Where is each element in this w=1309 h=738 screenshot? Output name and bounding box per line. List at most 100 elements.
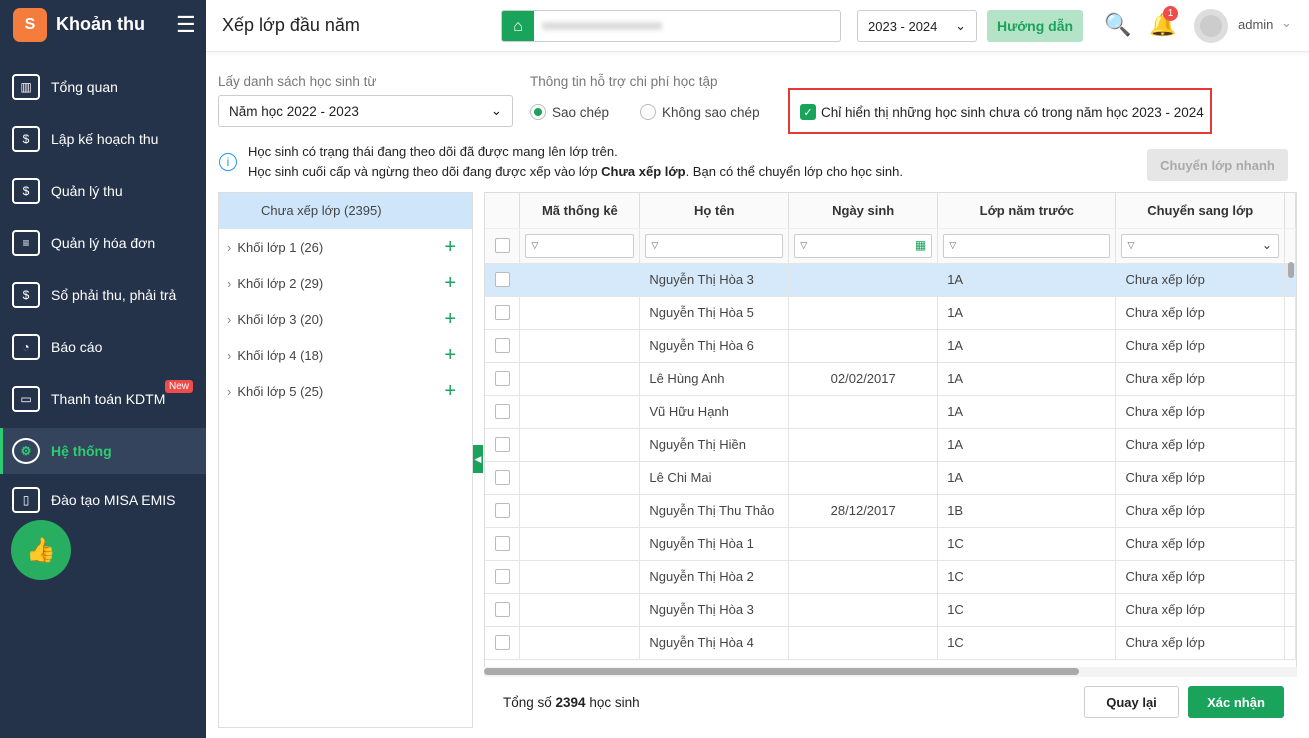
user-name[interactable]: admin xyxy=(1238,17,1273,32)
col-header: Ngày sinh xyxy=(788,193,939,229)
chevron-right-icon[interactable]: › xyxy=(227,240,231,255)
table-row[interactable]: Lê Hùng Anh 02/02/2017 1A Chưa xếp lớp xyxy=(485,362,1296,396)
sidebar-item[interactable]: ⚙ Hệ thống xyxy=(0,428,206,474)
money-hand-icon: $ xyxy=(12,178,40,204)
sidebar-item[interactable]: ▯ Đào tạo MISA EMIS xyxy=(0,477,206,523)
row-checkbox[interactable] xyxy=(494,569,510,584)
row-checkbox[interactable] xyxy=(494,536,510,551)
sidebar-item[interactable]: $ Sổ phải thu, phải trả xyxy=(0,272,206,318)
sidebar-item-label: Sổ phải thu, phải trả xyxy=(51,287,177,303)
row-checkbox[interactable] xyxy=(494,404,510,419)
header: Xếp lớp đầu năm ⌂ 2023 - 2024 ⌄ Hướng dẫn… xyxy=(206,0,1309,52)
year-select[interactable]: 2023 - 2024 ⌄ xyxy=(857,10,977,42)
table-cell xyxy=(788,296,939,330)
sidebar-item[interactable]: ◔ Báo cáo xyxy=(0,324,206,370)
sidebar-item[interactable]: ≡ Quản lý hóa đơn xyxy=(0,220,206,266)
row-checkbox[interactable] xyxy=(494,371,510,386)
chevron-right-icon[interactable]: › xyxy=(227,348,231,363)
row-checkbox[interactable] xyxy=(494,635,510,650)
table-row[interactable]: Nguyễn Thị Hòa 3 1A Chưa xếp lớp xyxy=(485,263,1296,297)
row-checkbox[interactable] xyxy=(494,602,510,617)
chevron-right-icon[interactable]: › xyxy=(227,384,231,399)
tree-item[interactable]: › Khối lớp 3 (20) + xyxy=(219,301,472,337)
filter-checkbox[interactable]: ✓ Chỉ hiển thị những học sinh chưa có tro… xyxy=(800,104,1204,120)
tree-item[interactable]: › Khối lớp 1 (26) + xyxy=(219,229,472,265)
radio-copy-label: Sao chép xyxy=(552,104,610,120)
back-button[interactable]: Quay lại xyxy=(1084,686,1179,718)
filter-name[interactable]: ▽ xyxy=(645,233,784,258)
row-checkbox[interactable] xyxy=(494,305,510,320)
source-year-select[interactable]: Năm học 2022 - 2023 ⌄ xyxy=(218,95,513,127)
table-cell: 1A xyxy=(937,263,1117,297)
sidebar-item-label: Báo cáo xyxy=(51,339,103,355)
row-checkbox[interactable] xyxy=(494,338,510,353)
table-cell: Nguyễn Thị Thu Thảo xyxy=(639,494,790,528)
tree-item[interactable]: › Khối lớp 4 (18) + xyxy=(219,337,472,373)
radio-no-copy[interactable]: Không sao chép xyxy=(640,104,760,120)
chevron-right-icon[interactable]: › xyxy=(227,276,231,291)
filter-new-class[interactable]: ▽ ⌄ xyxy=(1121,233,1279,258)
filter-ma[interactable]: ▽ xyxy=(525,233,635,258)
tree-item-label: Khối lớp 2 (29) xyxy=(237,275,324,291)
add-class-icon[interactable]: + xyxy=(444,344,456,367)
avatar[interactable] xyxy=(1194,9,1228,43)
quick-transfer-button[interactable]: Chuyển lớp nhanh xyxy=(1147,149,1288,181)
tree-root-unassigned[interactable]: Chưa xếp lớp (2395) xyxy=(219,193,472,229)
row-checkbox[interactable] xyxy=(494,272,510,287)
row-checkbox-cell xyxy=(485,527,521,561)
radio-no-copy-label: Không sao chép xyxy=(662,104,760,120)
table-cell: Vũ Hữu Hạnh xyxy=(639,395,790,429)
table-cell: Chưa xếp lớp xyxy=(1115,593,1285,627)
table-row[interactable]: Lê Chi Mai 1A Chưa xếp lớp xyxy=(485,461,1296,495)
row-checkbox[interactable] xyxy=(494,437,510,452)
filter-dob[interactable]: ▽ ▦ xyxy=(794,233,933,258)
school-selector[interactable]: ⌂ xyxy=(501,10,841,42)
filter-prev-class[interactable]: ▽ xyxy=(943,233,1111,258)
chevron-down-icon[interactable]: ⌄ xyxy=(1281,15,1292,31)
tree-item[interactable]: › Khối lớp 2 (29) + xyxy=(219,265,472,301)
guide-button[interactable]: Hướng dẫn xyxy=(987,10,1083,42)
menu-icon[interactable]: ☰ xyxy=(176,12,196,38)
table-row[interactable]: Nguyễn Thị Hòa 4 1C Chưa xếp lớp xyxy=(485,626,1296,660)
table-row[interactable]: Nguyễn Thị Hòa 1 1C Chưa xếp lớp xyxy=(485,527,1296,561)
row-checkbox[interactable] xyxy=(494,503,510,518)
select-all-header xyxy=(485,193,521,229)
scroll-thumb[interactable] xyxy=(484,668,1079,675)
thumbs-up-icon[interactable]: 👍 xyxy=(11,520,71,580)
table-row[interactable]: Nguyễn Thị Hòa 3 1C Chưa xếp lớp xyxy=(485,593,1296,627)
table-row[interactable]: Nguyễn Thị Hiền 1A Chưa xếp lớp xyxy=(485,428,1296,462)
sidebar-item-label: Thanh toán KDTM xyxy=(51,391,166,407)
add-class-icon[interactable]: + xyxy=(444,272,456,295)
vertical-scrollbar[interactable] xyxy=(1288,262,1296,667)
sidebar-item[interactable]: $ Quản lý thu xyxy=(0,168,206,214)
confirm-button[interactable]: Xác nhận xyxy=(1188,686,1284,718)
analytics-search-icon[interactable]: 🔍 xyxy=(1104,12,1131,38)
chevron-right-icon[interactable]: › xyxy=(227,312,231,327)
table-row[interactable]: Vũ Hữu Hạnh 1A Chưa xếp lớp xyxy=(485,395,1296,429)
radio-copy[interactable]: Sao chép xyxy=(530,104,609,120)
row-checkbox[interactable] xyxy=(494,470,510,485)
horizontal-scrollbar[interactable] xyxy=(484,667,1297,677)
add-class-icon[interactable]: + xyxy=(444,236,456,259)
collapse-panel-toggle[interactable]: ◀ xyxy=(473,445,483,473)
add-class-icon[interactable]: + xyxy=(444,308,456,331)
sidebar-item-label: Lập kế hoạch thu xyxy=(51,131,159,147)
table-cell: Chưa xếp lớp xyxy=(1115,494,1285,528)
sidebar-item[interactable]: ▭ Thanh toán KDTM New xyxy=(0,376,206,422)
add-class-icon[interactable]: + xyxy=(444,380,456,403)
table-cell xyxy=(519,494,641,528)
sidebar-item[interactable]: $ Lập kế hoạch thu xyxy=(0,116,206,162)
sidebar-item[interactable]: ▥ Tổng quan xyxy=(0,64,206,110)
tree-item[interactable]: › Khối lớp 5 (25) + xyxy=(219,373,472,409)
scroll-thumb[interactable] xyxy=(1288,262,1294,278)
row-checkbox-cell xyxy=(485,593,521,627)
select-all-checkbox[interactable] xyxy=(494,238,510,253)
table-row[interactable]: Nguyễn Thị Thu Thảo 28/12/2017 1B Chưa xếp … xyxy=(485,494,1296,528)
table-cell xyxy=(519,362,641,396)
info-text: Học sinh cuối cấp và ngừng theo dõi đang… xyxy=(248,164,602,179)
table-cell xyxy=(788,560,939,594)
table-row[interactable]: Nguyễn Thị Hòa 5 1A Chưa xếp lớp xyxy=(485,296,1296,330)
calendar-icon[interactable]: ▦ xyxy=(915,238,926,252)
table-row[interactable]: Nguyễn Thị Hòa 2 1C Chưa xếp lớp xyxy=(485,560,1296,594)
table-row[interactable]: Nguyễn Thị Hòa 6 1A Chưa xếp lớp xyxy=(485,329,1296,363)
